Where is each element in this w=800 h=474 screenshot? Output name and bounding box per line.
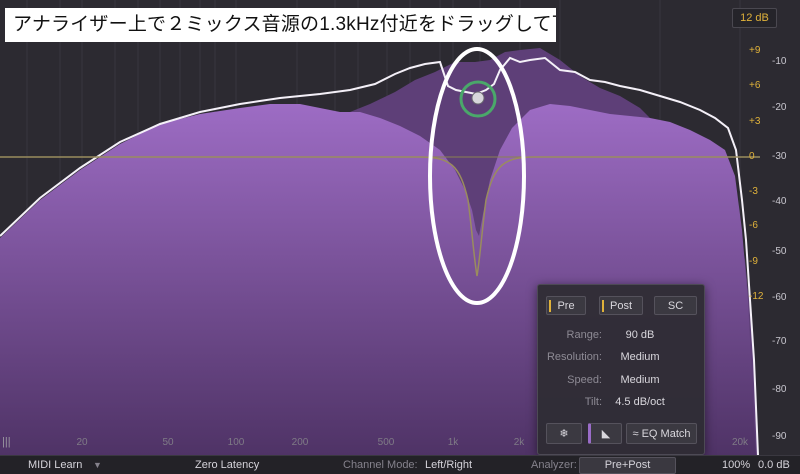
midi-learn-button[interactable]: MIDI Learn [28, 459, 82, 471]
speed-label: Speed: [567, 374, 602, 386]
eq-match-button[interactable]: ≈ EQ Match [626, 423, 697, 444]
freq-label: 500 [377, 437, 395, 448]
piano-keys-icon[interactable]: |||​ [2, 436, 11, 448]
analyzer-label: Analyzer: [531, 459, 577, 471]
freq-label: 20k [731, 437, 749, 448]
eq-band-handle[interactable] [471, 91, 485, 105]
sc-label: SC [667, 300, 684, 312]
annotation-caption: アナライザー上で２ミックス音源の1.3kHz付近をドラッグして下げた状態 [5, 8, 556, 42]
pre-toggle-button[interactable]: Pre [546, 296, 586, 315]
tilt-label: Tilt: [584, 396, 602, 408]
eq-scale-label: -6 [749, 220, 758, 231]
analyzer-scale-label: -20 [772, 102, 787, 113]
eq-scale-label: -9 [749, 256, 758, 267]
freq-label: 50 [162, 437, 174, 448]
eq-scale-label: +3 [749, 116, 761, 127]
analyzer-scale-label: -50 [772, 246, 787, 257]
analyzer-mode-button[interactable]: Pre+Post [579, 457, 676, 474]
tilt-value[interactable]: 4.5 dB/oct [615, 396, 665, 408]
sidechain-toggle-button[interactable]: SC [654, 296, 697, 315]
pre-active-led [549, 300, 551, 312]
freq-label: 100 [227, 437, 245, 448]
eq-match-label: ≈ EQ Match [632, 428, 691, 440]
analyzer-scale-label: -40 [772, 196, 787, 207]
chevron-down-icon[interactable]: ▼ [93, 460, 102, 470]
freeze-button[interactable]: ❄ [546, 423, 582, 444]
post-label: Post [609, 300, 632, 312]
range-label: Range: [566, 329, 602, 341]
eq-scale-label: +6 [749, 80, 761, 91]
channel-mode-label: Channel Mode: [343, 459, 418, 471]
analyzer-scale-label: -30 [772, 151, 787, 162]
resolution-label: Resolution: [546, 351, 602, 363]
analyzer-scale-label: -70 [772, 336, 787, 347]
pre-label: Pre [557, 300, 575, 312]
speed-value[interactable]: Medium [620, 374, 659, 386]
analyzer-scale-label: -60 [772, 292, 787, 303]
freq-label: 2k [513, 437, 525, 448]
analyzer-settings-panel: Pre Post SC Range: 90 dB Resolution: Med… [537, 284, 705, 455]
display-range-button[interactable]: 12 dB [732, 8, 777, 28]
eq-scale-label: +9 [749, 45, 761, 56]
post-active-led [602, 300, 604, 312]
collision-icon: ◣ [601, 428, 611, 440]
spectrum-analyzer-display[interactable]: アナライザー上で２ミックス音源の1.3kHz付近をドラッグして下げた状態 12 … [0, 0, 800, 455]
freq-label: 20 [76, 437, 88, 448]
collision-detect-button[interactable]: ◣ [588, 423, 622, 444]
channel-mode-value[interactable]: Left/Right [425, 459, 472, 471]
resolution-value[interactable]: Medium [620, 351, 659, 363]
zoom-value[interactable]: 100% [722, 459, 750, 471]
status-bar: MIDI Learn ▼ Zero Latency Channel Mode: … [0, 455, 800, 474]
post-toggle-button[interactable]: Post [599, 296, 643, 315]
output-gain-value[interactable]: 0.0 dB [758, 459, 790, 471]
analyzer-scale-label: -10 [772, 56, 787, 67]
analyzer-scale-label: -90 [772, 431, 787, 442]
freq-label: 200 [291, 437, 309, 448]
freq-label: 1k [447, 437, 459, 448]
snowflake-icon: ❄ [559, 428, 569, 440]
analyzer-scale-label: -80 [772, 384, 787, 395]
zero-latency-button[interactable]: Zero Latency [195, 459, 259, 471]
range-value[interactable]: 90 dB [626, 329, 655, 341]
